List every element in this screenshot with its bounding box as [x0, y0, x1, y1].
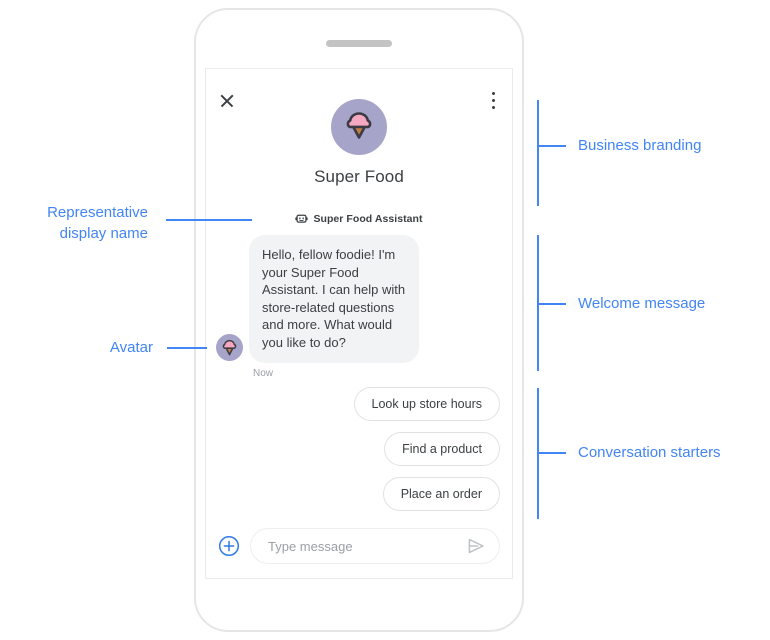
annotation-label-conversation-starters: Conversation starters — [578, 444, 721, 461]
annotation-bracket-business-branding — [537, 100, 539, 206]
business-branding: Super Food — [206, 99, 512, 187]
business-logo-icon — [331, 99, 387, 155]
welcome-message-bubble: Hello, fellow foodie! I'm your Super Foo… — [249, 235, 419, 363]
send-icon[interactable] — [465, 535, 487, 557]
message-composer — [206, 528, 512, 564]
message-input[interactable] — [266, 537, 465, 555]
conversation-starter-chip[interactable]: Look up store hours — [353, 387, 500, 421]
more-dot — [492, 92, 496, 96]
annotation-label-representative-display-name: Representative display name — [47, 202, 148, 244]
message-input-pill[interactable] — [250, 528, 500, 564]
annotation-label-welcome-message: Welcome message — [578, 295, 706, 312]
add-attachment-icon[interactable] — [218, 535, 240, 557]
avatar — [216, 334, 243, 361]
phone-speaker-icon — [326, 40, 392, 47]
chat-window: Super Food Super Food Assistant Hello, f… — [205, 68, 513, 579]
conversation-starters: Look up store hours Find a product Place… — [206, 387, 512, 511]
annotation-leader-representative-display-name — [166, 219, 252, 221]
annotation-label-business-branding: Business branding — [578, 137, 702, 154]
screenshot-canvas: Super Food Super Food Assistant Hello, f… — [0, 0, 770, 640]
business-name: Super Food — [314, 167, 404, 186]
message-row: Hello, fellow foodie! I'm your Super Foo… — [206, 235, 512, 379]
welcome-message-block: Hello, fellow foodie! I'm your Super Foo… — [206, 235, 512, 379]
bot-icon — [295, 214, 309, 223]
annotation-label-line: Representative — [47, 204, 148, 221]
annotation-leader-avatar — [167, 347, 207, 349]
conversation-starter-chip[interactable]: Place an order — [382, 477, 500, 511]
annotation-tick-welcome-message — [537, 303, 566, 305]
annotation-label-line: display name — [59, 225, 148, 242]
annotation-tick-conversation-starters — [537, 452, 566, 454]
conversation-starter-chip[interactable]: Find a product — [384, 432, 500, 466]
bubble-wrapper: Hello, fellow foodie! I'm your Super Foo… — [249, 235, 419, 379]
representative-display-name: Super Food Assistant — [313, 212, 423, 225]
message-timestamp: Now — [253, 368, 274, 379]
annotation-tick-business-branding — [537, 145, 566, 147]
annotation-label-avatar: Avatar — [109, 339, 153, 356]
